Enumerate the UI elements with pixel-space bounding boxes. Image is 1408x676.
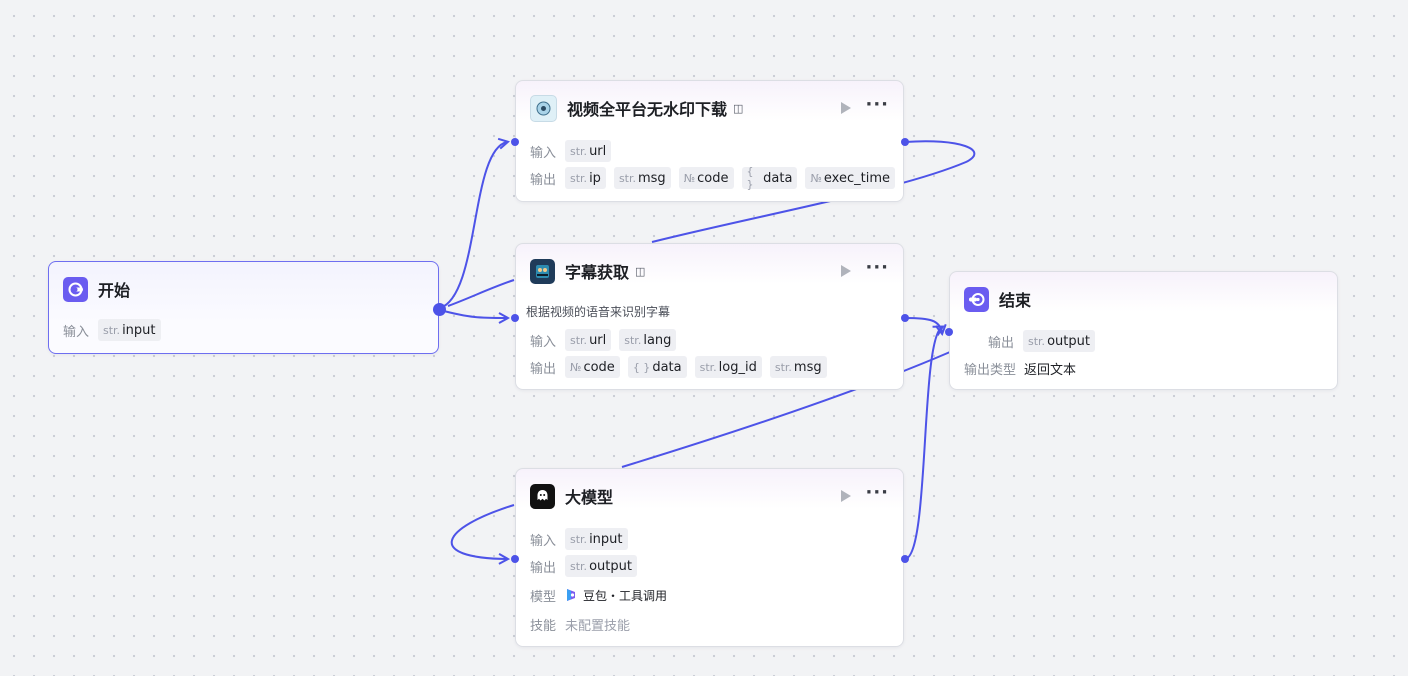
subtitle-output-port[interactable] (901, 314, 909, 322)
run-icon[interactable] (841, 102, 852, 114)
end-output-type-value: 返回文本 (1024, 362, 1077, 378)
llm-output-tag: str. output (565, 555, 637, 577)
video-output-tag: № code (678, 167, 734, 189)
video-output-tag: str. msg (613, 167, 671, 189)
subtitle-input-tag: str. url (565, 329, 612, 351)
subtitle-output-tag: str. msg (769, 356, 827, 378)
edge-subtitle-to-end (904, 317, 942, 333)
edge-start-to-subtitle (439, 309, 507, 318)
subtitle-plugin-icon (530, 258, 555, 284)
llm-node-title: 大模型 (565, 488, 614, 507)
start-node-title: 开始 (98, 281, 131, 300)
start-input-label: 输入 (63, 324, 90, 340)
video-output-label: 输出 (530, 172, 557, 188)
edge-llm-loop-in (451, 504, 515, 559)
video-input-tag: str. url (565, 140, 612, 162)
llm-skills-label: 技能 (530, 618, 557, 634)
edge-start-to-video (439, 142, 507, 309)
more-icon[interactable]: ··· (865, 96, 889, 114)
subtitle-input-tag: str. lang (619, 329, 677, 351)
end-node[interactable]: 结束 输出 str. output 输出类型 返回文本 (949, 271, 1338, 390)
edge-llm-to-end (904, 327, 942, 560)
video-output-port[interactable] (901, 138, 909, 146)
end-node-title: 结束 (999, 291, 1032, 310)
subtitle-output-label: 输出 (530, 361, 557, 377)
llm-node[interactable]: 大模型 ··· 输入 str. input 输出 str. output 模型 豆包… (515, 468, 904, 647)
subtitle-input-port[interactable] (511, 314, 519, 322)
video-node-title: 视频全平台无水印下载 (567, 100, 728, 119)
llm-input-port[interactable] (511, 555, 519, 563)
subtitle-output-tag: { } data (627, 356, 687, 378)
video-downloader-icon (530, 94, 557, 122)
end-output-type-label: 输出类型 (964, 362, 1017, 378)
video-input-port[interactable] (511, 138, 519, 146)
subtitle-node-title: 字幕获取 (565, 263, 630, 282)
end-output-label: 输出 (988, 335, 1015, 351)
start-input-tag: str. input (98, 319, 161, 341)
video-output-tag: str. ip (565, 167, 606, 189)
run-icon[interactable] (841, 265, 852, 277)
llm-model-label: 模型 (530, 589, 557, 605)
subtitle-node-description: 根据视频的语音来识别字幕 (526, 305, 671, 319)
subtitle-node[interactable]: 字幕获取 ◫ ··· 根据视频的语音来识别字幕 输入 str. url str. l… (515, 243, 904, 390)
run-icon[interactable] (841, 490, 852, 502)
llm-ghost-icon (530, 483, 555, 509)
end-output-tag: str. output (1023, 330, 1095, 352)
start-output-port[interactable] (433, 303, 446, 316)
end-node-icon (964, 286, 989, 312)
start-node[interactable]: 开始 输入 str. input (48, 261, 439, 354)
llm-input-label: 输入 (530, 533, 557, 549)
more-icon[interactable]: ··· (865, 259, 889, 277)
doubao-model-icon (565, 588, 577, 602)
llm-output-port[interactable] (901, 555, 909, 563)
subtitle-output-tag: № code (565, 356, 620, 378)
llm-skills-value: 未配置技能 (565, 618, 631, 634)
plugin-icon: ◫ (635, 264, 646, 278)
llm-input-tag: str. input (565, 528, 628, 550)
video-output-tag: { } data (741, 165, 798, 191)
video-output-tag: № exec_time (805, 167, 895, 189)
more-icon[interactable]: ··· (865, 484, 889, 502)
plugin-icon: ◫ (733, 101, 744, 115)
llm-output-label: 输出 (530, 560, 557, 576)
edge-start-to-subtitle-back (447, 279, 515, 307)
subtitle-input-label: 输入 (530, 334, 557, 350)
end-input-port[interactable] (945, 328, 953, 336)
llm-model-value: 豆包・工具调用 (583, 588, 668, 603)
video-downloader-node[interactable]: 视频全平台无水印下载 ◫ ··· 输入 str. url 输出 str. ip st… (515, 80, 904, 202)
subtitle-output-tag: str. log_id (694, 356, 762, 378)
video-input-label: 输入 (530, 145, 557, 161)
start-node-icon (63, 276, 88, 302)
